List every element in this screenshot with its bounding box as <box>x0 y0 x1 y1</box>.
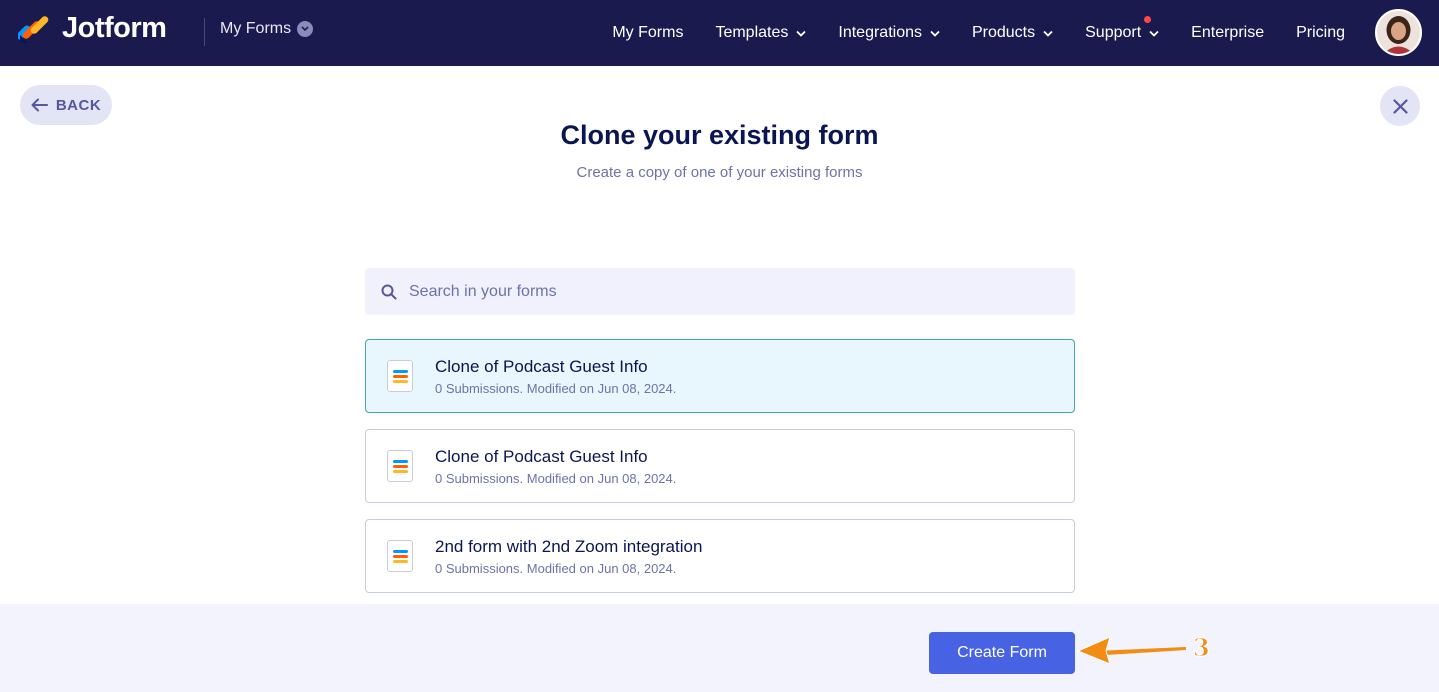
form-name: Clone of Podcast Guest Info <box>435 446 648 466</box>
search-icon <box>381 284 397 299</box>
chevron-down-icon <box>930 28 940 38</box>
nav-enterprise[interactable]: Enterprise <box>1191 24 1264 42</box>
my-forms-switcher[interactable]: My Forms <box>220 20 314 38</box>
nav-templates[interactable]: Templates <box>715 24 807 42</box>
brand-name: Jotform <box>62 12 167 44</box>
footer-bar <box>0 604 1439 692</box>
form-name: Clone of Podcast Guest Info <box>435 356 648 376</box>
form-document-icon <box>387 360 413 392</box>
nav-support[interactable]: Support <box>1085 16 1159 42</box>
annotation-step-number: 3 <box>1193 633 1211 663</box>
nav-integrations[interactable]: Integrations <box>838 24 940 42</box>
form-document-icon <box>387 450 413 482</box>
nav-divider <box>204 18 205 46</box>
page-title: Clone your existing form <box>560 120 879 150</box>
main-nav: My Forms Templates Integrations Products… <box>580 0 1345 66</box>
user-avatar[interactable] <box>1375 9 1422 56</box>
back-button-label: BACK <box>55 96 102 114</box>
form-meta: 0 Submissions. Modified on Jun 08, 2024. <box>435 560 677 576</box>
page-subtitle: Create a copy of one of your existing fo… <box>576 164 863 181</box>
chevron-down-icon <box>1043 28 1053 38</box>
form-meta: 0 Submissions. Modified on Jun 08, 2024. <box>435 470 677 486</box>
chevron-down-icon <box>1149 28 1159 38</box>
create-form-button[interactable]: Create Form <box>929 632 1075 674</box>
annotation-arrow-icon <box>1076 636 1186 665</box>
my-forms-switcher-label: My Forms <box>220 20 292 37</box>
form-meta: 0 Submissions. Modified on Jun 08, 2024. <box>435 380 677 396</box>
close-icon <box>1392 98 1408 114</box>
chevron-down-icon <box>796 28 807 38</box>
form-list-item[interactable]: 2nd form with 2nd Zoom integration 0 Sub… <box>365 519 1075 593</box>
jotform-logo-icon <box>16 13 50 45</box>
notification-dot <box>1144 16 1152 23</box>
top-navigation-bar: Jotform My Forms My Forms Templates Inte… <box>0 0 1439 66</box>
form-document-icon <box>387 540 413 572</box>
form-list-item[interactable]: Clone of Podcast Guest Info 0 Submission… <box>365 339 1075 413</box>
back-button[interactable]: BACK <box>20 85 112 125</box>
nav-my-forms[interactable]: My Forms <box>612 24 683 42</box>
form-list-item[interactable]: Clone of Podcast Guest Info 0 Submission… <box>365 429 1075 503</box>
nav-pricing[interactable]: Pricing <box>1296 24 1345 42</box>
jotform-logo[interactable]: Jotform <box>16 12 167 45</box>
form-name: 2nd form with 2nd Zoom integration <box>435 536 703 556</box>
search-box <box>365 268 1075 315</box>
arrow-left-icon <box>31 98 48 112</box>
search-input[interactable] <box>409 282 1009 301</box>
chevron-down-icon <box>297 21 314 37</box>
nav-products[interactable]: Products <box>972 24 1053 42</box>
